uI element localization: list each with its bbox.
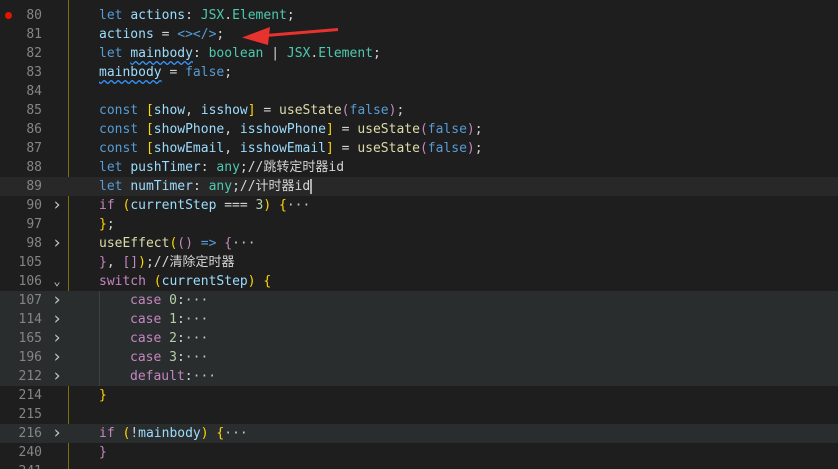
- code-editor[interactable]: 80 let actions: JSX.Element; 81 actions = <…: [0, 0, 838, 469]
- arrow-head: [242, 27, 270, 45]
- arrow-shaft: [265, 28, 339, 37]
- annotation-arrow: [242, 27, 339, 45]
